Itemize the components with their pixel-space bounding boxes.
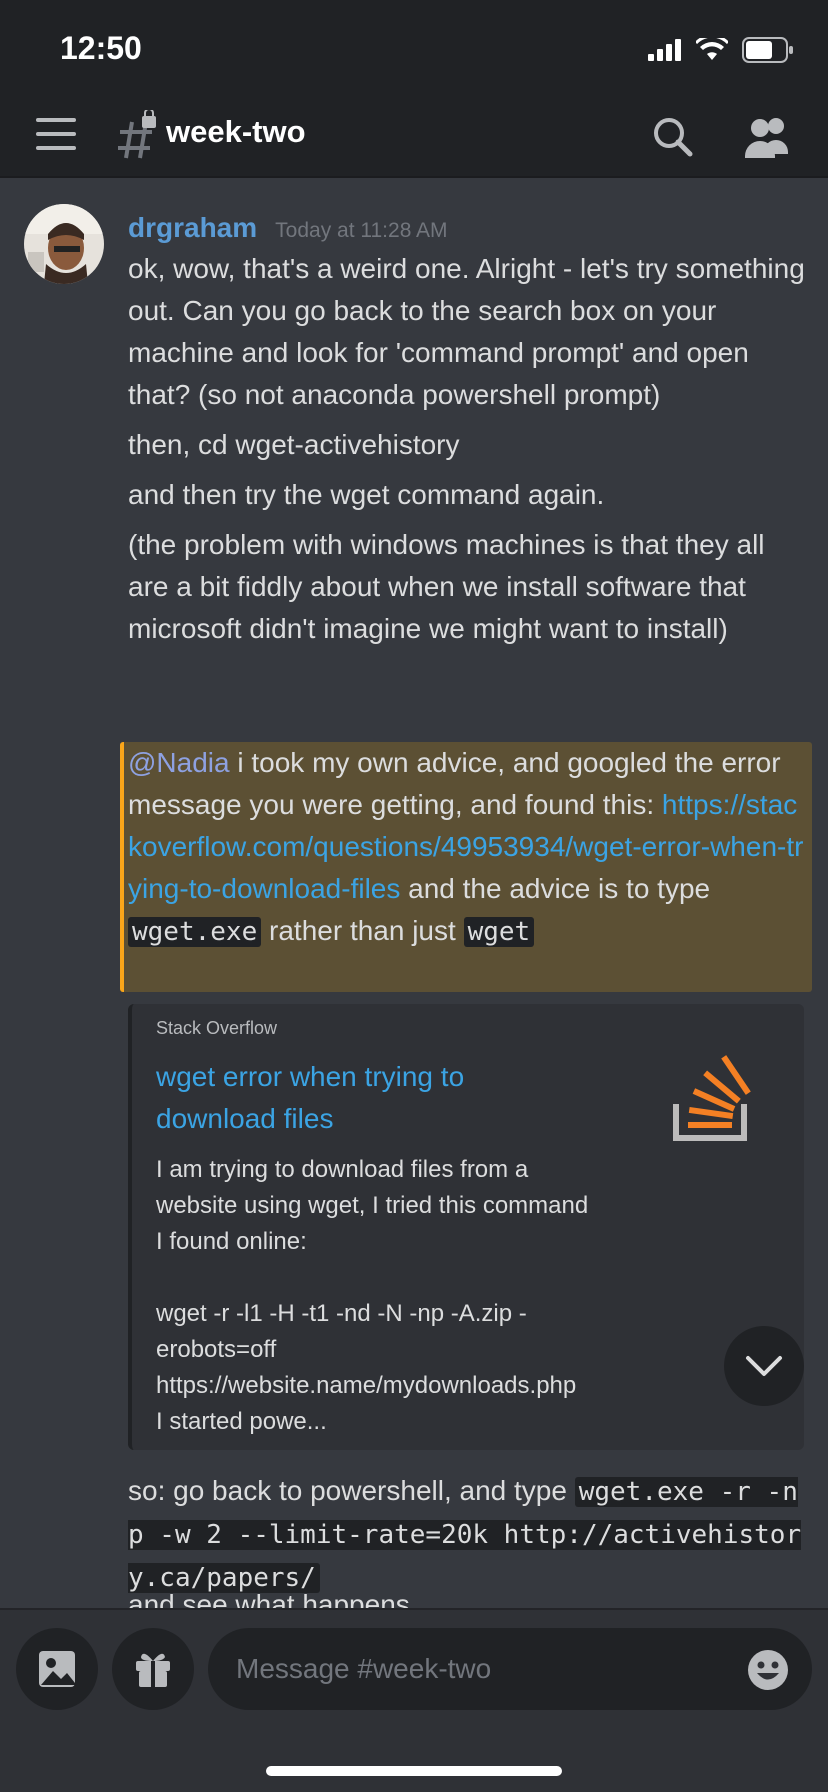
cellular-signal-icon <box>648 39 681 61</box>
inline-code: wget <box>463 917 535 947</box>
author-line: drgraham Today at 11:28 AM <box>128 212 448 244</box>
message-input-bar <box>0 1608 828 1792</box>
chevron-down-icon <box>746 1356 782 1376</box>
message-text: so: go back to powershell, and type <box>128 1475 575 1506</box>
home-indicator[interactable] <box>266 1766 562 1776</box>
message-text: (the problem with windows machines is th… <box>128 529 765 644</box>
user-mention[interactable]: @Nadia <box>128 747 230 778</box>
gift-button[interactable] <box>112 1628 194 1710</box>
last-message: so: go back to powershell, and type wget… <box>128 1470 808 1599</box>
avatar[interactable] <box>24 204 104 284</box>
wifi-icon <box>696 38 728 60</box>
message-list[interactable]: drgraham Today at 11:28 AM ok, wow, that… <box>0 180 828 1608</box>
message-text: and then try the wget command again. <box>128 479 605 510</box>
message-text: and see what happens <box>128 1589 410 1608</box>
embed-description: I am trying to download files from a web… <box>156 1156 589 1435</box>
battery-icon <box>742 37 793 63</box>
channel-header: week-two <box>0 96 828 178</box>
message-timestamp: Today at 11:28 AM <box>275 219 448 242</box>
status-bar: 12:50 <box>0 0 828 96</box>
message-text: ok, wow, that's a weird one. Alright - l… <box>128 253 805 410</box>
jump-to-bottom-button[interactable] <box>724 1326 804 1406</box>
gift-icon <box>136 1653 170 1687</box>
embed-provider: Stack Overflow <box>156 1018 278 1038</box>
mention-message: @Nadia i took my own advice, and googled… <box>128 742 808 953</box>
image-upload-button[interactable] <box>16 1628 98 1710</box>
status-time: 12:50 <box>60 30 142 66</box>
stackoverflow-logo-icon[interactable] <box>672 1054 756 1142</box>
embed-title[interactable]: wget error when trying to download files <box>156 1056 586 1140</box>
search-icon[interactable] <box>650 114 696 160</box>
message-text: and the advice is to type <box>400 873 711 904</box>
link-embed[interactable]: Stack Overflow wget error when trying to… <box>128 1004 804 1450</box>
message-text: then, cd wget-activehistory <box>128 429 460 460</box>
channel-name: week-two <box>166 114 306 149</box>
members-icon[interactable] <box>742 112 792 160</box>
message-text: rather than just <box>261 915 464 946</box>
hamburger-menu-icon[interactable] <box>36 118 76 156</box>
locked-channel-hash-icon <box>118 110 156 159</box>
image-icon <box>39 1651 75 1687</box>
message-input[interactable] <box>208 1628 812 1710</box>
emoji-icon[interactable] <box>746 1648 790 1692</box>
status-icons <box>648 36 794 64</box>
inline-code: wget.exe <box>128 917 262 947</box>
author-name[interactable]: drgraham <box>128 212 257 244</box>
